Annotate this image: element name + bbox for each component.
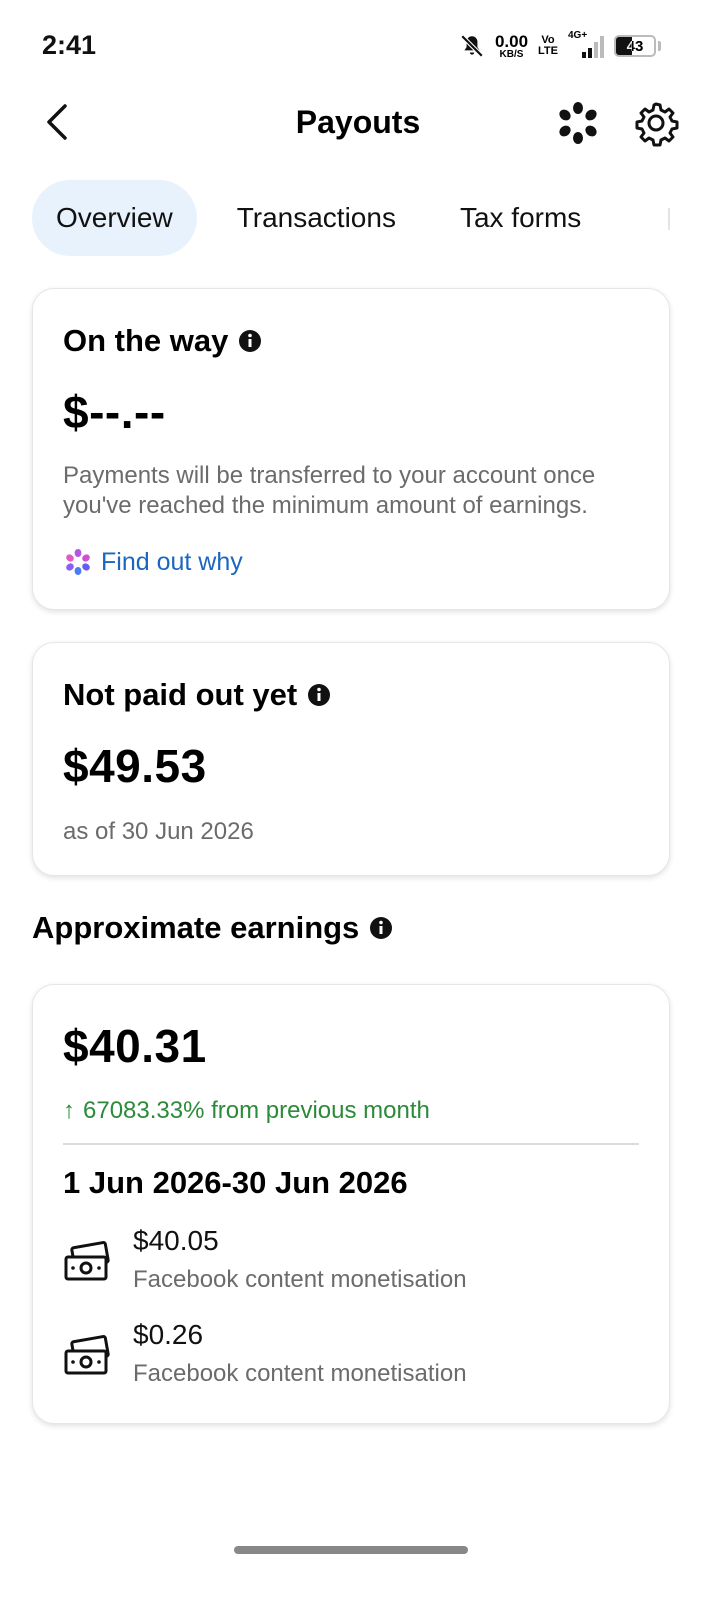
not-paid-card: Not paid out yet $49.53 as of 30 Jun 202… (32, 642, 670, 876)
payout-tabs: Overview Transactions Tax forms (32, 180, 605, 256)
page-title: Payouts (295, 104, 421, 140)
gear-icon (635, 102, 679, 147)
earnings-item-source: Facebook content monetisation (133, 1266, 467, 1293)
approximate-amount: $40.31 (63, 1020, 207, 1072)
battery-cap (658, 41, 661, 51)
on-the-way-description: Payments will be transferred to your acc… (63, 462, 596, 519)
meta-ai-icon (559, 102, 597, 144)
earnings-item-value: $0.26 (133, 1319, 204, 1350)
on-the-way-card: On the way $--.-- Payments will be trans… (32, 288, 670, 610)
tab-tax-forms[interactable]: Tax forms (436, 180, 605, 256)
approximate-earnings-heading: Approximate earnings (32, 910, 393, 946)
not-paid-amount: $49.53 (63, 740, 207, 792)
change-from-previous: ↑ 67083.33% from previous month (63, 1097, 430, 1124)
earnings-item: $40.05 Facebook content monetisation (63, 1225, 643, 1305)
status-icons: 0.00 KB/S Vo LTE 4G+ 43 (459, 30, 661, 62)
info-icon[interactable] (307, 683, 331, 707)
status-bar: 2:41 0.00 KB/S Vo LTE 4G+ 43 (0, 0, 716, 90)
money-icon (64, 1241, 110, 1281)
ai-sparkle-icon (66, 549, 90, 575)
bell-muted-icon (460, 34, 484, 58)
approximate-earnings-card: $40.31 ↑ 67083.33% from previous month 1… (32, 984, 670, 1424)
not-paid-as-of: as of 30 Jun 2026 (63, 818, 254, 845)
earnings-period: 1 Jun 2026-30 Jun 2026 (63, 1165, 408, 1200)
battery-level: 43 (626, 37, 644, 55)
home-indicator[interactable] (234, 1546, 468, 1554)
earnings-item: $0.26 Facebook content monetisation (63, 1319, 643, 1399)
arrow-up-icon: ↑ (63, 1097, 75, 1124)
earnings-item-source: Facebook content monetisation (133, 1360, 467, 1387)
tab-transactions[interactable]: Transactions (213, 180, 420, 256)
money-icon (64, 1335, 110, 1375)
divider (63, 1143, 639, 1145)
app-header: Payouts (0, 90, 716, 156)
signal-icon: 4G+ (568, 30, 604, 58)
on-the-way-title: On the way (63, 323, 262, 359)
tab-overview[interactable]: Overview (32, 180, 197, 256)
battery-icon: 43 (614, 35, 656, 57)
meta-ai-button[interactable] (553, 98, 603, 148)
info-icon[interactable] (369, 916, 393, 940)
settings-button[interactable] (631, 98, 681, 148)
volte-indicator: Vo LTE (538, 34, 558, 57)
network-type-label: 4G+ (568, 30, 588, 41)
earnings-item-value: $40.05 (133, 1225, 219, 1256)
status-time: 2:41 (42, 30, 97, 60)
info-icon[interactable] (238, 329, 262, 353)
find-out-why-link[interactable]: Find out why (63, 547, 243, 577)
network-speed: 0.00 KB/S (494, 31, 529, 60)
tab-scroll-divider (668, 208, 670, 230)
not-paid-title: Not paid out yet (63, 677, 331, 713)
on-the-way-amount: $--.-- (63, 386, 166, 438)
